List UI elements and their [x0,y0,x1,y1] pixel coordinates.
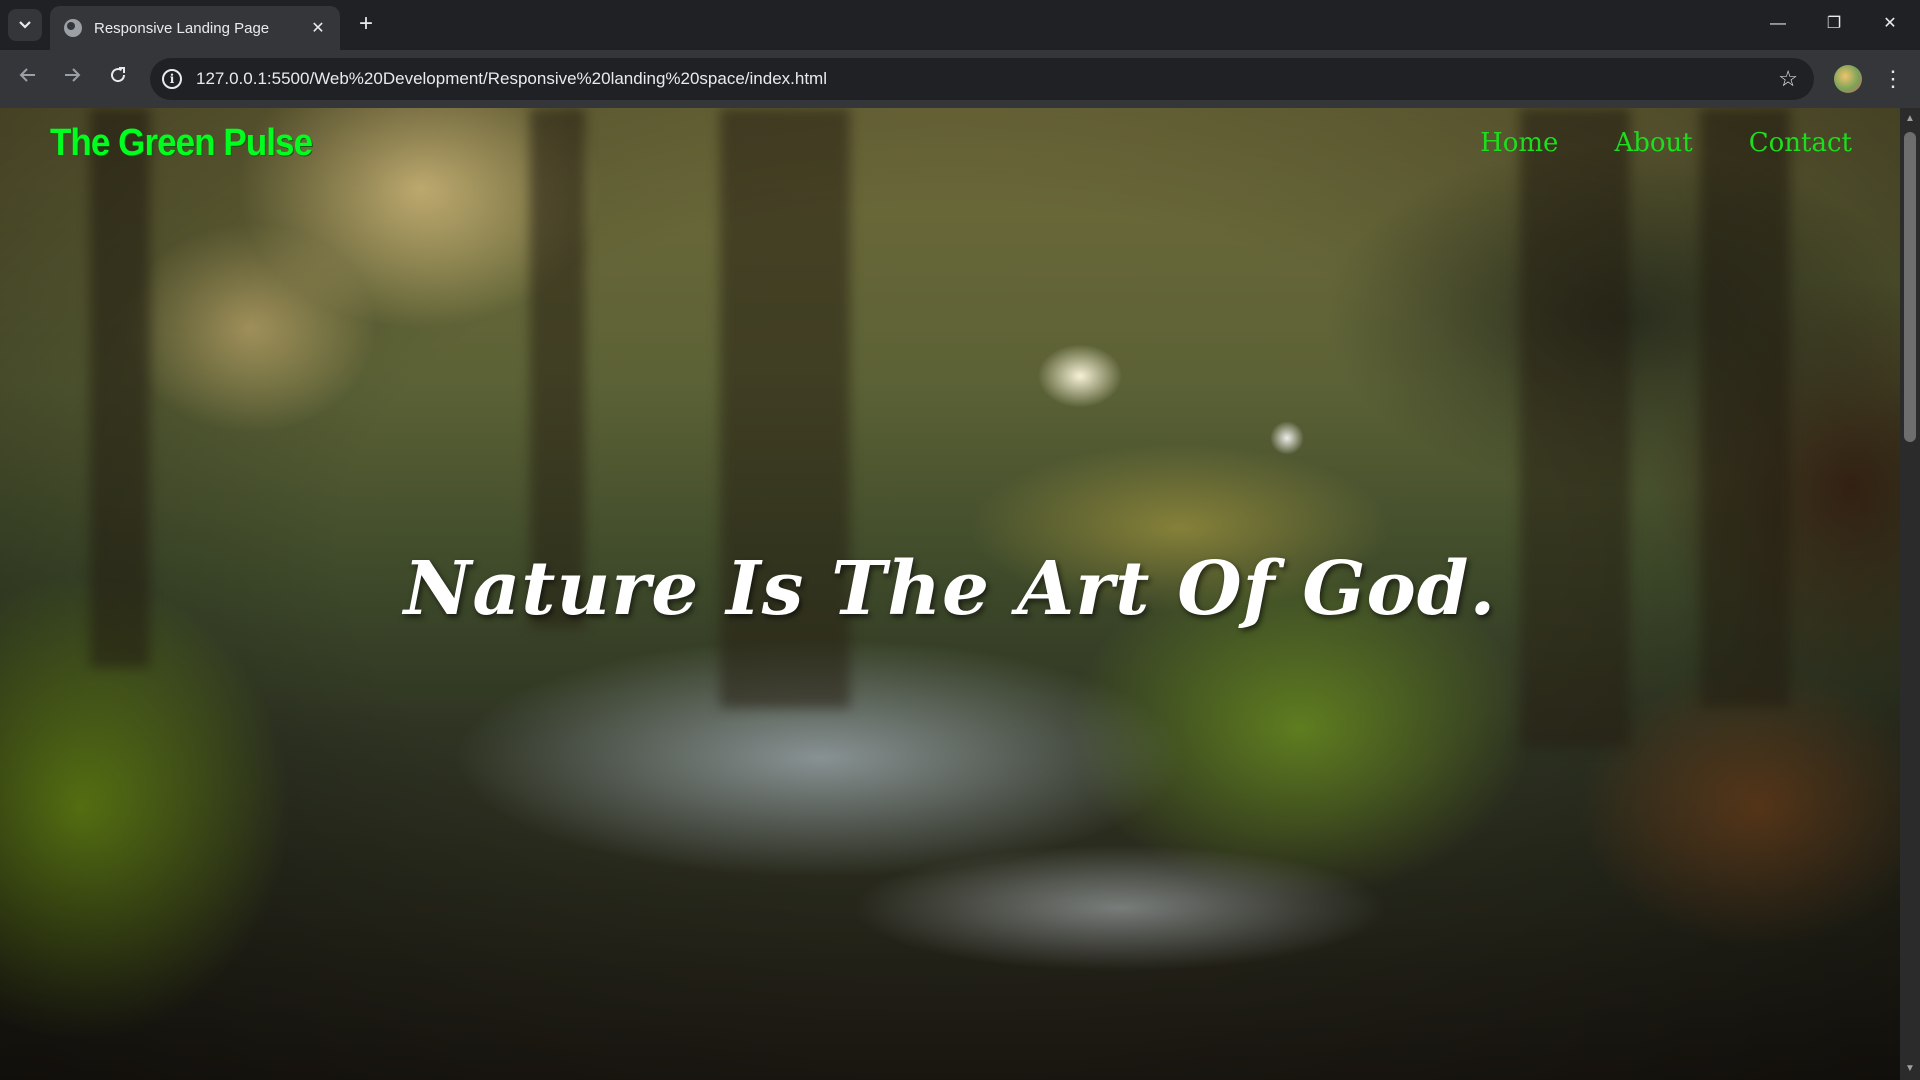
forward-button[interactable] [56,63,88,95]
nav-link-about[interactable]: About [1614,128,1692,158]
info-icon[interactable]: i [162,69,182,89]
forward-arrow-icon [65,68,81,82]
chevron-down-icon [19,21,31,29]
site-header: The Green Pulse Home About Contact [0,108,1900,198]
browser-toolbar: i 127.0.0.1:5500/Web%20Development/Respo… [0,50,1920,108]
minimize-button[interactable]: — [1756,8,1800,40]
scrollbar-thumb[interactable] [1904,132,1916,442]
close-tab-icon[interactable]: ✕ [308,18,328,38]
page-scrollbar[interactable]: ▲ ▼ [1900,108,1920,1080]
star-icon[interactable]: ☆ [1778,66,1798,92]
restore-button[interactable]: ❐ [1812,8,1856,40]
browser-tab[interactable]: Responsive Landing Page ✕ [50,6,340,50]
scroll-down-arrow-icon[interactable]: ▼ [1900,1060,1920,1078]
hero-heading: Nature Is The Art Of God. [403,546,1497,632]
page-viewport: The Green Pulse Home About Contact Natur… [0,108,1900,1080]
nav-link-contact[interactable]: Contact [1749,128,1852,158]
tab-search-button[interactable] [8,9,42,41]
scroll-up-arrow-icon[interactable]: ▲ [1900,110,1920,128]
browser-tabstrip: Responsive Landing Page ✕ + — ❐ ✕ [0,0,1920,50]
new-tab-button[interactable]: + [352,11,380,39]
profile-avatar[interactable] [1834,65,1862,93]
close-window-button[interactable]: ✕ [1868,8,1912,40]
globe-icon [64,19,82,37]
reload-icon [111,67,126,83]
nav-link-home[interactable]: Home [1480,128,1558,158]
tab-title: Responsive Landing Page [94,19,270,37]
site-logo[interactable]: The Green Pulse [50,122,313,165]
url-text[interactable]: 127.0.0.1:5500/Web%20Development/Respons… [196,69,1778,89]
address-bar[interactable]: i 127.0.0.1:5500/Web%20Development/Respo… [150,58,1814,100]
back-arrow-icon [19,68,35,82]
three-dot-menu-icon[interactable]: ⋮ [1880,63,1906,95]
back-button[interactable] [12,63,44,95]
site-nav: Home About Contact [1480,128,1852,158]
reload-button[interactable] [102,63,134,95]
